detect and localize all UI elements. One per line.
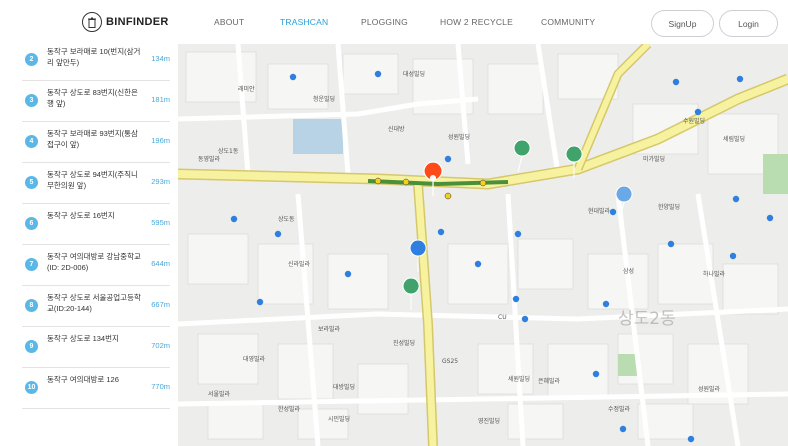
map-label: 세원빌딩 [508, 376, 531, 383]
distance: 644m [151, 259, 170, 268]
rank-badge: 9 [25, 340, 38, 353]
map-label: 성원빌라 [698, 386, 721, 393]
map-label: CU [498, 314, 507, 321]
map-label: 진성빌딩 [393, 340, 416, 347]
map-label: 동영빌라 [198, 156, 221, 163]
list-item[interactable]: 5 동작구 상도로 94번지(주직니무한의원 앞) 293m [22, 163, 170, 204]
map-label: 하나빌라 [703, 271, 726, 278]
map-label: 수정빌라 [608, 406, 631, 413]
distance: 134m [151, 54, 170, 63]
distance: 196m [151, 136, 170, 145]
nav-trashcan[interactable]: TRASHCAN [280, 17, 328, 27]
list-item[interactable]: 8 동작구 상도로 서울공업고등학교(ID:20-144) 667m [22, 286, 170, 327]
address: 동작구 상도로 83번지(신한은행 앞) [47, 88, 138, 108]
rank-badge: 4 [25, 135, 38, 148]
map-label: GS25 [442, 358, 459, 365]
trashcan-list: 2 동작구 보라매로 10(번지(삼거리 앞만두) 134m 3 동작구 상도로 83… [0, 46, 178, 446]
address: 동작구 상도로 94번지(주직니무한의원 앞) [47, 170, 138, 190]
map-label: 래미안 [238, 86, 255, 93]
distance: 667m [151, 300, 170, 309]
list-item[interactable]: 7 동작구 여의대방로 강남중학교 (ID: 2D-006) 644m [22, 245, 170, 286]
address: 동작구 보라매로 93번지(통삼접구이 앞) [47, 129, 138, 149]
map-label: 현대빌라 [588, 208, 611, 215]
map-canvas [178, 44, 788, 446]
map-label: 대영빌라 [243, 356, 266, 363]
map-view[interactable]: 래미안 청운빌딩 대성빌딩 수원빌딩 성원빌딩 신대방 상도1동 미가빌딩 현대… [178, 44, 788, 446]
login-button[interactable]: Login [719, 10, 778, 37]
list-item[interactable]: 6 동작구 상도로 16번지 595m [22, 204, 170, 245]
rank-badge: 8 [25, 299, 38, 312]
map-label: 시민빌딩 [328, 416, 351, 423]
map-label: 세림빌딩 [723, 136, 746, 143]
map-label: 대성빌딩 [403, 71, 426, 78]
list-item[interactable]: 3 동작구 상도로 83번지(신한은행 앞) 181m [22, 81, 170, 122]
map-label: 삼성 [623, 268, 635, 275]
map-label: 청운빌딩 [313, 96, 336, 103]
rank-badge: 6 [25, 217, 38, 230]
list-item[interactable]: 10 동작구 여의대방로 126 770m [22, 368, 170, 409]
address: 동작구 상도로 16번지 [47, 211, 115, 220]
address: 동작구 여의대방로 126 [47, 375, 119, 384]
brand-logo[interactable]: BINFINDER [82, 12, 169, 32]
distance: 770m [151, 382, 170, 391]
list-item[interactable]: 2 동작구 보라매로 10(번지(삼거리 앞만두) 134m [22, 40, 170, 81]
distance: 595m [151, 218, 170, 227]
map-label: 영진빌딩 [478, 418, 501, 425]
district-overlay-label: 상도2동 [618, 309, 676, 329]
nav-about[interactable]: ABOUT [214, 17, 244, 27]
map-label: 한성빌라 [278, 406, 301, 413]
list-item[interactable]: 4 동작구 보라매로 93번지(통삼접구이 앞) 196m [22, 122, 170, 163]
map-label: 한양빌딩 [658, 204, 681, 211]
map-label: 신라빌라 [288, 261, 311, 268]
distance: 293m [151, 177, 170, 186]
map-label: 미가빌딩 [643, 156, 666, 163]
map-label: 상도1동 [218, 148, 239, 155]
brand-name: BINFINDER [106, 16, 169, 28]
rank-badge: 5 [25, 176, 38, 189]
trashcan-logo-icon [82, 12, 102, 32]
address: 동작구 상도로 서울공업고등학교(ID:20-144) [47, 293, 141, 313]
map-label: 신대방 [388, 126, 405, 133]
rank-badge: 10 [25, 381, 38, 394]
map-label: 상도동 [278, 216, 295, 223]
map-label: 대방빌딩 [333, 384, 356, 391]
nav-community[interactable]: COMMUNITY [541, 17, 595, 27]
map-label: 은혜빌라 [538, 378, 561, 385]
map-label: 서울빌라 [208, 391, 231, 398]
map-label: 성원빌딩 [448, 134, 471, 141]
distance: 702m [151, 341, 170, 350]
map-label: 수원빌딩 [683, 118, 706, 125]
signup-button[interactable]: SignUp [651, 10, 714, 37]
address: 동작구 상도로 134번지 [47, 334, 119, 343]
map-label: 보라빌라 [318, 326, 341, 333]
rank-badge: 7 [25, 258, 38, 271]
list-item[interactable]: 9 동작구 상도로 134번지 702m [22, 327, 170, 368]
rank-badge: 3 [25, 94, 38, 107]
nav-how2recycle[interactable]: HOW 2 RECYCLE [440, 17, 513, 27]
distance: 181m [151, 95, 170, 104]
address: 동작구 보라매로 10(번지(삼거리 앞만두) [47, 47, 141, 67]
rank-badge: 2 [25, 53, 38, 66]
address: 동작구 여의대방로 강남중학교 (ID: 2D-006) [47, 252, 141, 272]
nav-plogging[interactable]: PLOGGING [361, 17, 408, 27]
